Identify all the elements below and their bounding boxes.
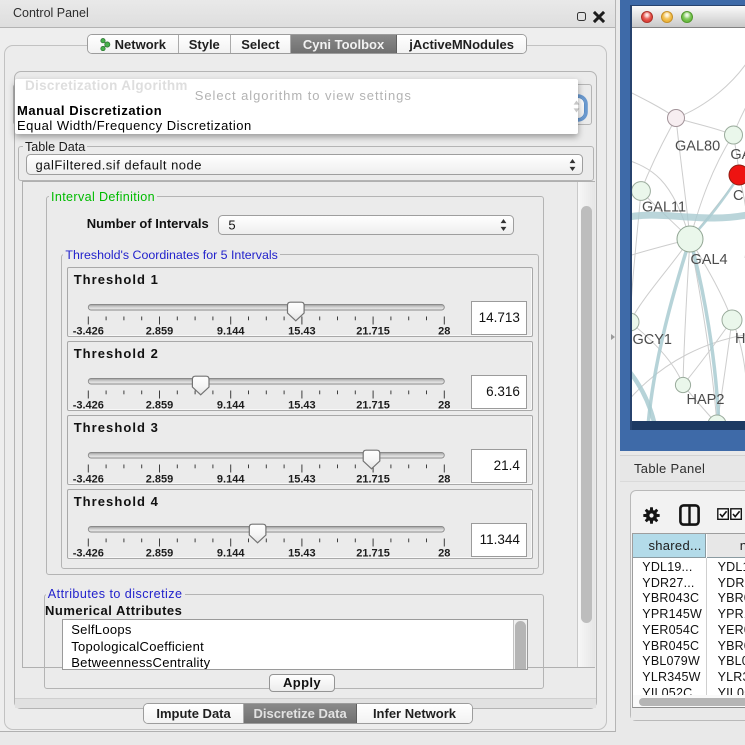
svg-text:-3.426: -3.426 <box>72 548 103 560</box>
svg-text:-3.426: -3.426 <box>72 474 103 486</box>
svg-text:2.859: 2.859 <box>145 548 173 560</box>
svg-text:H: H <box>735 331 745 347</box>
svg-text:21.715: 21.715 <box>356 548 390 560</box>
svg-text:GA: GA <box>730 147 745 163</box>
svg-text:28: 28 <box>438 548 450 560</box>
svg-text:15.43: 15.43 <box>288 326 316 338</box>
svg-text:GAL11: GAL11 <box>642 200 686 216</box>
svg-text:HAP2: HAP2 <box>686 392 724 408</box>
svg-text:9.144: 9.144 <box>217 400 245 412</box>
svg-text:15.43: 15.43 <box>288 400 316 412</box>
svg-text:C: C <box>733 188 743 204</box>
svg-text:-3.426: -3.426 <box>72 326 103 338</box>
svg-text:GAL4: GAL4 <box>690 252 727 268</box>
svg-text:2.859: 2.859 <box>145 400 173 412</box>
svg-text:21.715: 21.715 <box>356 474 390 486</box>
svg-text:21.715: 21.715 <box>356 326 390 338</box>
svg-text:28: 28 <box>438 474 450 486</box>
svg-text:2.859: 2.859 <box>145 326 173 338</box>
svg-text:28: 28 <box>438 326 450 338</box>
svg-text:21.715: 21.715 <box>356 400 390 412</box>
svg-text:GAL80: GAL80 <box>675 139 720 155</box>
svg-text:28: 28 <box>438 400 450 412</box>
svg-text:GCY1: GCY1 <box>632 332 672 348</box>
svg-text:15.43: 15.43 <box>288 548 316 560</box>
svg-text:9.144: 9.144 <box>217 326 245 338</box>
svg-text:9.144: 9.144 <box>217 548 245 560</box>
svg-text:-3.426: -3.426 <box>72 400 103 412</box>
svg-text:15.43: 15.43 <box>288 474 316 486</box>
svg-text:9.144: 9.144 <box>217 474 245 486</box>
svg-text:2.859: 2.859 <box>145 474 173 486</box>
